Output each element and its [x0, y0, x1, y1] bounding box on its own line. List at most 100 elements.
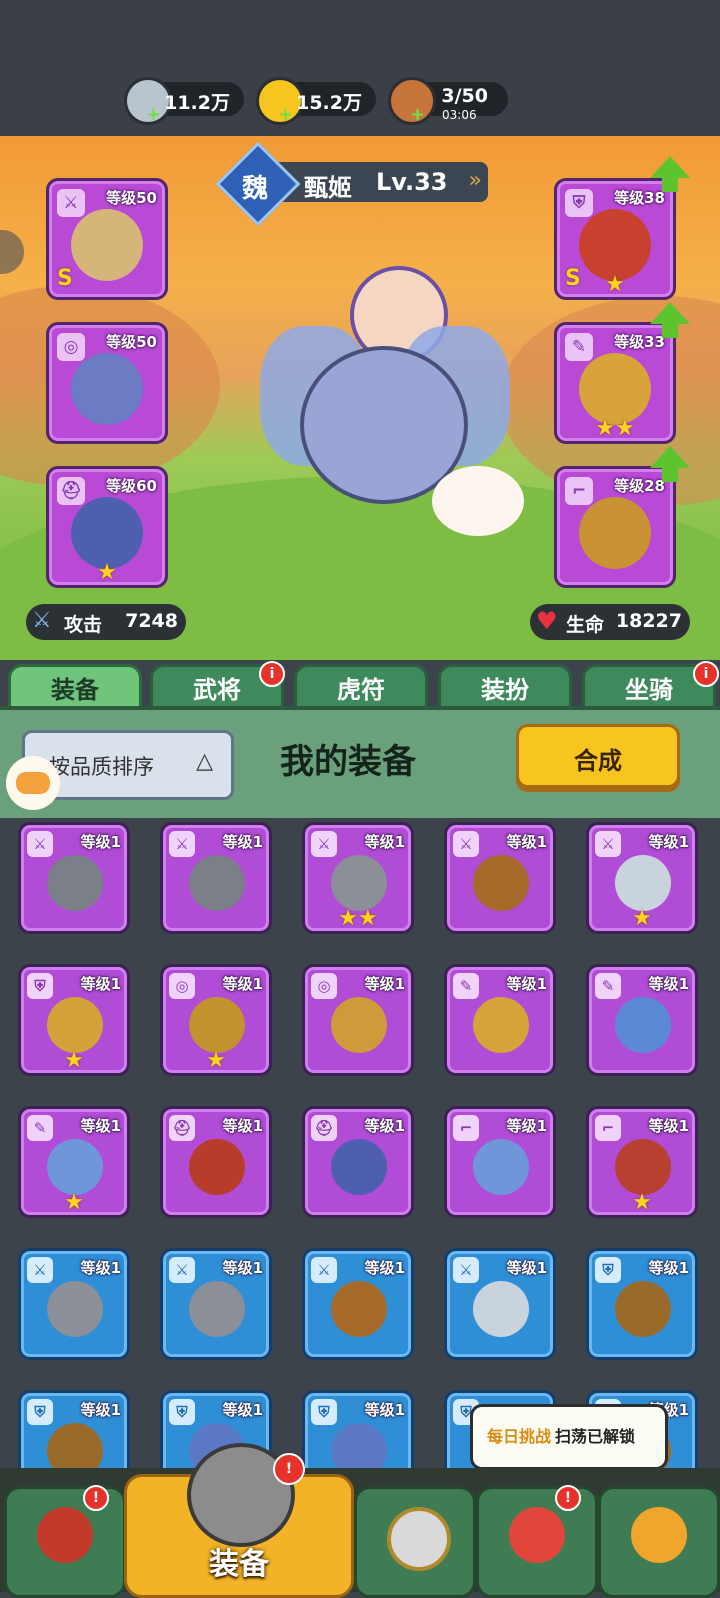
add-icon[interactable]: +	[410, 106, 425, 124]
boot-icon: ⌐	[595, 1115, 621, 1141]
equip-slot-helmet[interactable]: ⛑ 等级60 ★	[46, 466, 168, 588]
inventory-item[interactable]: ⚔ 等级1	[302, 1248, 414, 1360]
silver-resource[interactable]: + 11.2万	[124, 77, 244, 125]
inventory-item[interactable]: ⌐ 等级1 ★	[586, 1106, 698, 1218]
notification-badge: !	[273, 1453, 305, 1485]
item-level: 等级1	[80, 1401, 121, 1419]
nav-equipment[interactable]: ! 装备	[124, 1443, 354, 1598]
gold-resource[interactable]: + 15.2万	[256, 77, 376, 125]
hero-level: Lv.33	[376, 168, 448, 196]
star-rating: ★	[605, 272, 625, 297]
inventory-item[interactable]: ⚔ 等级1 ★★	[302, 822, 414, 934]
add-icon[interactable]: +	[278, 106, 293, 124]
sword-icon: ⚔	[453, 831, 479, 857]
item-level: 等级1	[364, 833, 405, 851]
star-rating: ★★	[595, 416, 635, 441]
equipment-item-icon	[189, 1281, 245, 1337]
notification-badge: i	[259, 661, 285, 687]
inventory-item[interactable]: ⚔ 等级1 ★	[586, 822, 698, 934]
armor-icon: ⛨	[311, 1399, 337, 1425]
nav-city[interactable]: !	[4, 1485, 126, 1598]
boot-icon: ⌐	[565, 477, 593, 505]
inventory-item[interactable]: ⛑ 等级1	[302, 1106, 414, 1218]
inventory-item[interactable]: ⛨ 等级1 ★	[18, 964, 130, 1076]
inventory-item[interactable]: ⛨ 等级1	[302, 1390, 414, 1468]
star-rating: ★	[206, 1048, 226, 1073]
nav-events[interactable]: !	[476, 1485, 598, 1598]
gate-icon	[37, 1507, 93, 1563]
notification-badge: !	[555, 1485, 581, 1511]
sword-icon: ⚔	[453, 1257, 479, 1283]
item-level: 等级1	[506, 833, 547, 851]
tooltip-text: 扫荡已解锁	[555, 1427, 636, 1446]
inventory-item[interactable]: ⚔ 等级1	[444, 822, 556, 934]
inventory-item[interactable]: ⛨ 等级1	[586, 1248, 698, 1360]
inventory-item[interactable]: ⚔ 等级1	[444, 1248, 556, 1360]
equip-slot-armor[interactable]: ⛨ 等级38 S ★	[554, 178, 676, 300]
star-rating: ★	[632, 1190, 652, 1215]
inventory-item[interactable]: ◎ 等级1	[302, 964, 414, 1076]
add-icon[interactable]: +	[146, 106, 161, 124]
sword-icon: ⚔	[57, 189, 85, 217]
boot-icon: ⌐	[453, 1115, 479, 1141]
inventory-item[interactable]: ⚔ 等级1	[18, 1248, 130, 1360]
slot-level: 等级60	[106, 477, 157, 495]
equipment-item-icon	[331, 997, 387, 1053]
equipment-item-icon	[47, 1423, 103, 1468]
triangle-up-icon: △	[196, 749, 213, 774]
tab-label: 坐骑	[625, 676, 673, 704]
item-level: 等级1	[506, 1117, 547, 1135]
item-level: 等级1	[364, 1401, 405, 1419]
item-level: 等级1	[80, 1117, 121, 1135]
inventory-item[interactable]: ✎ 等级1	[586, 964, 698, 1076]
equipment-item-icon	[615, 1139, 671, 1195]
item-level: 等级1	[364, 1117, 405, 1135]
sword-icon: ⚔	[311, 1257, 337, 1283]
inventory-item[interactable]: ✎ 等级1	[444, 964, 556, 1076]
inventory-item[interactable]: ✎ 等级1 ★	[18, 1106, 130, 1218]
inventory-item[interactable]: ⚔ 等级1	[160, 1248, 272, 1360]
pet-mochi[interactable]	[432, 466, 524, 536]
stamina-value: 3/50	[441, 85, 488, 107]
hero-scene: 魏 甄姬 Lv.33 » ⚔ 等级50 S ◎ 等级50 ⛑ 等级60 ★ ⛨ …	[0, 136, 720, 660]
boots-item-icon	[579, 497, 651, 569]
slot-level: 等级50	[106, 189, 157, 207]
upgrade-arrow-icon	[650, 156, 690, 192]
inventory-item[interactable]: ⚔ 等级1	[18, 822, 130, 934]
helmet-item-icon	[71, 497, 143, 569]
stamina-resource[interactable]: + 3/50 03:06	[388, 77, 508, 125]
item-level: 等级1	[506, 1259, 547, 1277]
attack-value: 7248	[125, 610, 178, 632]
equipment-item-icon	[47, 1281, 103, 1337]
notification-badge: !	[83, 1485, 109, 1511]
item-level: 等级1	[80, 1259, 121, 1277]
sword-icon: ⚔	[169, 831, 195, 857]
medal-icon: ◎	[311, 973, 337, 999]
equip-slot-weapon[interactable]: ⚔ 等级50 S	[46, 178, 168, 300]
tab-label: 装扮	[481, 676, 529, 704]
nav-upgrade[interactable]	[598, 1486, 720, 1598]
daily-challenge-tooltip[interactable]: 每日挑战 扫荡已解锁	[470, 1404, 668, 1470]
equip-slot-accessory[interactable]: ◎ 等级50	[46, 322, 168, 444]
helmet-icon: ⛑	[311, 1115, 337, 1141]
nav-battle[interactable]	[354, 1486, 476, 1598]
inventory-item[interactable]: ◎ 等级1 ★	[160, 964, 272, 1076]
star-rating: ★	[64, 1190, 84, 1215]
equip-slot-bracer[interactable]: ✎ 等级33 ★★	[554, 322, 676, 444]
gamepad-icon[interactable]	[6, 756, 60, 810]
chevron-right-icon: »	[468, 168, 482, 193]
merge-button[interactable]: 合成	[516, 724, 680, 788]
inventory-item[interactable]: ⌐ 等级1	[444, 1106, 556, 1218]
equipment-item-icon	[473, 997, 529, 1053]
inventory-item[interactable]: ⛨ 等级1	[18, 1390, 130, 1468]
gold-value: 15.2万	[296, 92, 362, 114]
equipment-item-icon	[331, 1281, 387, 1337]
equip-slot-boots[interactable]: ⌐ 等级28	[554, 466, 676, 588]
hero-name: 甄姬	[304, 174, 352, 202]
inventory-grid: ⚔ 等级1 ⚔ 等级1 ⚔ 等级1 ★★ ⚔ 等级1 ⚔ 等级1 ★ ⛨ 等级1 ★ ◎ 等级1 ★ ◎ 等级1 ✎ 等级…	[0, 820, 720, 1468]
equipment-item-icon	[615, 1281, 671, 1337]
star-rating: ★★	[338, 906, 378, 931]
equipment-item-icon	[473, 855, 529, 911]
inventory-item[interactable]: ⚔ 等级1	[160, 822, 272, 934]
inventory-item[interactable]: ⛑ 等级1	[160, 1106, 272, 1218]
